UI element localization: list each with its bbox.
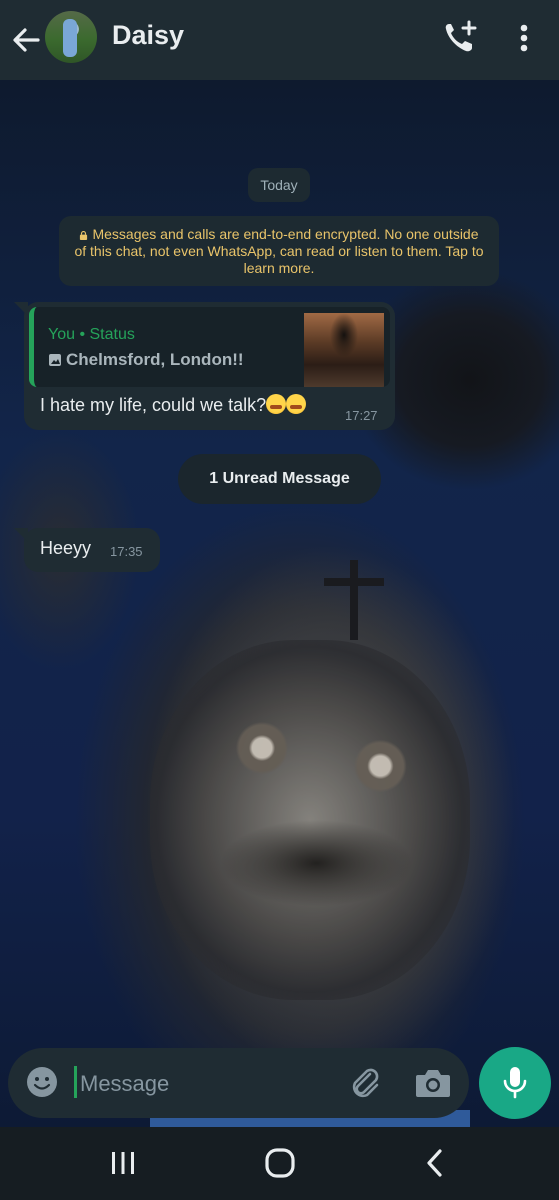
message-input[interactable]: [78, 1066, 332, 1102]
message-text-content: I hate my life, could we talk?: [40, 395, 267, 415]
recent-apps-icon[interactable]: [108, 1149, 138, 1177]
message-text: Heeyy: [40, 538, 92, 558]
contact-avatar[interactable]: [45, 11, 97, 63]
add-call-icon[interactable]: [440, 18, 480, 58]
camera-icon[interactable]: [413, 1064, 453, 1102]
message-bubble[interactable]: You • Status Chelmsford, London!! I hate…: [14, 302, 395, 430]
mic-icon[interactable]: [479, 1047, 551, 1119]
chat-area[interactable]: Today Messages and calls are end-to-end …: [0, 80, 559, 1127]
emoji-face-with-hand-over-mouth: [286, 394, 307, 414]
emoji-icon[interactable]: [25, 1065, 59, 1099]
wallpaper-detail: [324, 560, 384, 640]
message-composer: [8, 1048, 469, 1118]
chat-header: Daisy: [0, 0, 559, 80]
status-thumbnail: [304, 313, 384, 387]
back-arrow-icon[interactable]: [10, 24, 42, 56]
quote-subtitle: Chelmsford, London!!: [48, 350, 244, 370]
message-bubble[interactable]: Heeyy 17:35: [14, 528, 160, 572]
encryption-notice[interactable]: Messages and calls are end-to-end encryp…: [59, 216, 499, 286]
quote-author: You • Status: [48, 326, 135, 343]
system-navigation-bar: [0, 1127, 559, 1200]
wallpaper-image: [150, 640, 470, 1000]
text-cursor: [74, 1066, 77, 1098]
quote-subtitle-text: Chelmsford, London!!: [66, 350, 244, 369]
more-vertical-icon[interactable]: [510, 20, 538, 56]
attach-icon[interactable]: [346, 1064, 384, 1102]
date-chip: Today: [248, 168, 310, 202]
home-icon[interactable]: [262, 1145, 298, 1181]
message-text: I hate my life, could we talk?: [40, 394, 307, 416]
encryption-notice-text: Messages and calls are end-to-end encryp…: [74, 226, 484, 276]
lock-icon: [80, 230, 88, 240]
image-icon: [49, 354, 61, 366]
emoji-face-with-hand-over-mouth: [266, 394, 287, 414]
contact-name[interactable]: Daisy: [112, 20, 184, 51]
quoted-status[interactable]: You • Status Chelmsford, London!!: [29, 307, 390, 387]
unread-messages-chip: 1 Unread Message: [178, 454, 381, 504]
message-time: 17:27: [345, 408, 378, 423]
nav-back-icon[interactable]: [423, 1147, 447, 1179]
message-time: 17:35: [110, 544, 143, 559]
